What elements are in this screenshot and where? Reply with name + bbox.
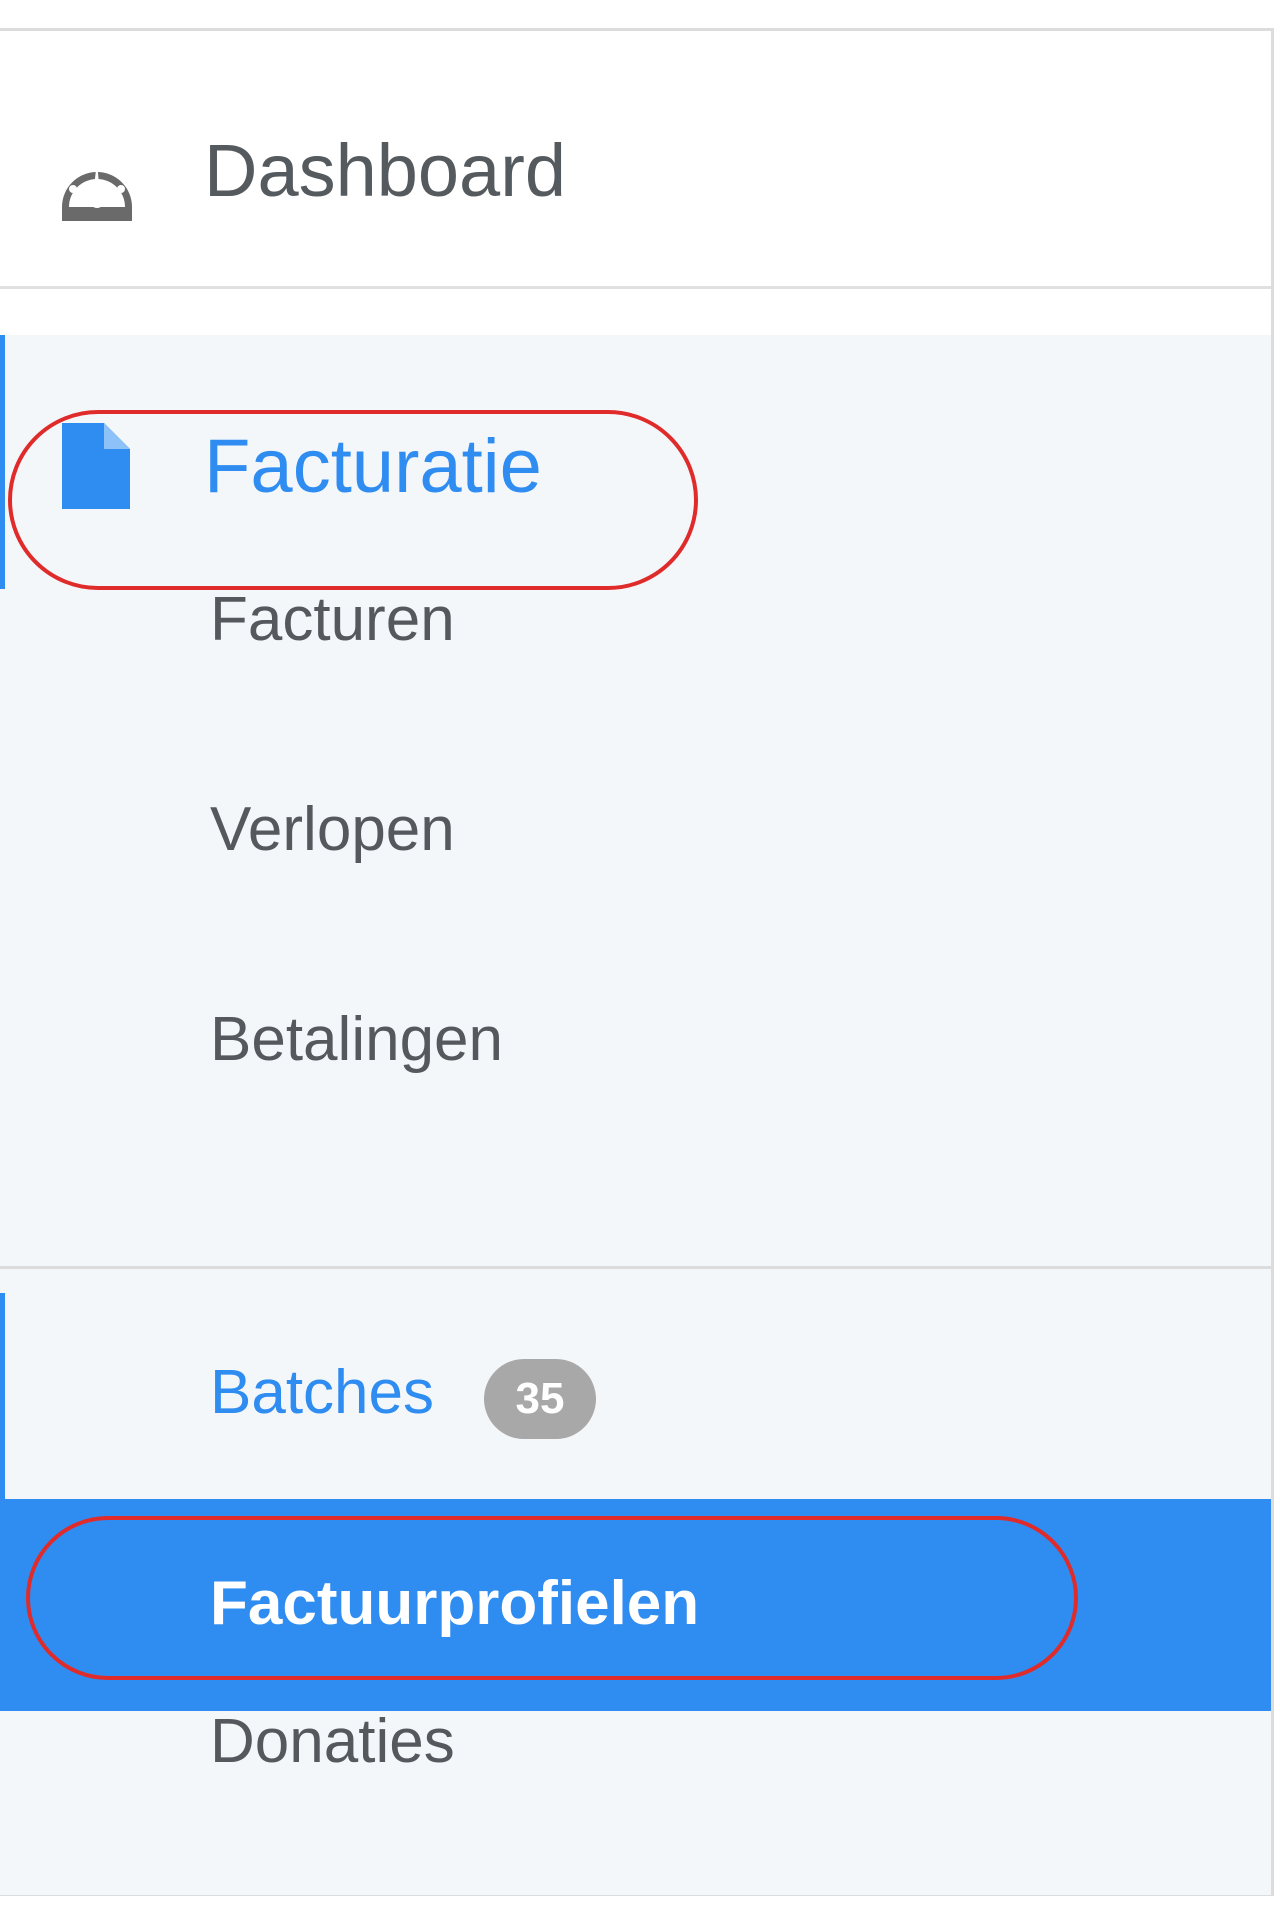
- sidebar-screenshot: Dashboard Facturatie Facturen Verlopen B…: [0, 0, 1280, 1928]
- sidebar-item-donaties-label: Donaties: [210, 1707, 455, 1776]
- sidebar-navigation: Dashboard Facturatie Facturen Verlopen B…: [0, 28, 1274, 1896]
- sidebar-item-verlopen[interactable]: Verlopen: [0, 799, 1271, 1009]
- sidebar-item-facturen-label: Facturen: [210, 585, 455, 654]
- batches-count-badge: 35: [484, 1359, 596, 1439]
- sidebar-item-batches-label: Batches: [210, 1358, 435, 1427]
- sidebar-item-facturen[interactable]: Facturen: [0, 589, 1271, 799]
- sidebar-item-dashboard-label: Dashboard: [204, 129, 567, 212]
- sidebar-section-facturatie: Facturatie Facturen Verlopen Betalingen …: [0, 335, 1271, 1895]
- sidebar-item-factuurprofielen[interactable]: Factuurprofielen: [0, 1499, 1271, 1711]
- active-section-indicator: [0, 335, 5, 589]
- sidebar-item-dashboard[interactable]: Dashboard: [0, 31, 1271, 289]
- batches-accent-indicator: [0, 1293, 5, 1499]
- sidebar-item-factuurprofielen-label: Factuurprofielen: [210, 1569, 700, 1638]
- sidebar-divider: [0, 1266, 1271, 1269]
- dashboard-gauge-icon: [62, 161, 132, 221]
- sidebar-section-header-facturatie[interactable]: Facturatie: [0, 335, 1271, 589]
- sidebar-section-label: Facturatie: [204, 424, 542, 509]
- sidebar-item-verlopen-label: Verlopen: [210, 795, 455, 864]
- sidebar-item-donaties[interactable]: Donaties: [0, 1711, 1271, 1901]
- sidebar-item-betalingen-label: Betalingen: [210, 1005, 504, 1074]
- sidebar-item-batches[interactable]: Batches 35: [0, 1293, 1271, 1499]
- sidebar-item-betalingen[interactable]: Betalingen: [0, 1009, 1271, 1219]
- document-icon: [62, 423, 130, 509]
